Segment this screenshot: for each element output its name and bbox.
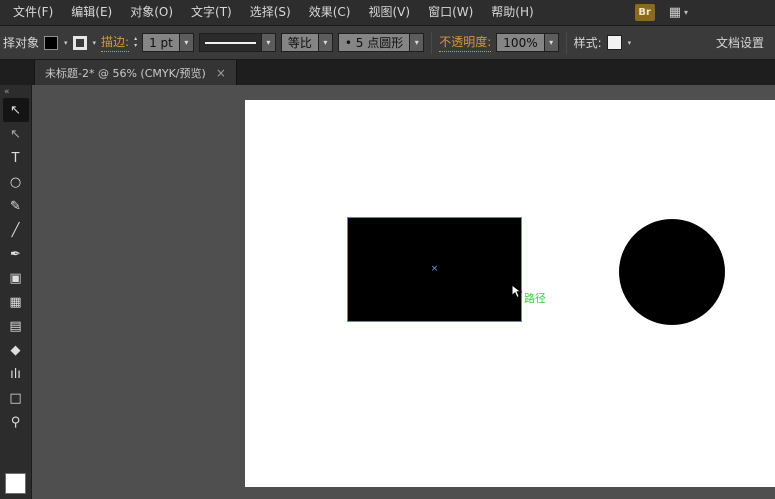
menu-item-window[interactable]: 窗口(W) bbox=[419, 0, 482, 25]
toolbar-collapse-button[interactable]: « bbox=[0, 87, 31, 98]
menu-item-file[interactable]: 文件(F) bbox=[4, 0, 62, 25]
document-tab-title: 未标题-2* @ 56% (CMYK/预览) bbox=[45, 65, 206, 81]
selection-tool[interactable]: ↖ bbox=[3, 98, 29, 122]
stroke-profile-preview bbox=[199, 33, 261, 52]
close-icon[interactable]: × bbox=[216, 66, 226, 80]
selected-rectangle-shape[interactable]: × bbox=[347, 217, 522, 322]
gradient-tool[interactable]: ▤ bbox=[3, 314, 29, 338]
stroke-color-swatch[interactable] bbox=[73, 36, 87, 50]
path-hint: 路径 bbox=[511, 284, 546, 306]
style-label: 样式: bbox=[574, 34, 602, 51]
menu-item-object[interactable]: 对象(O) bbox=[121, 0, 182, 25]
cursor-icon bbox=[511, 284, 523, 299]
fill-color-swatch[interactable] bbox=[44, 36, 58, 50]
canvas-area: × 路径 bbox=[32, 85, 775, 499]
stroke-weight-stepper[interactable]: ▴ ▾ bbox=[134, 36, 137, 50]
style-swatch[interactable] bbox=[607, 35, 622, 50]
document-setup-button[interactable]: 文档设置 bbox=[708, 31, 772, 54]
bridge-icon[interactable]: Br bbox=[635, 4, 655, 21]
workspace-grid-icon: ▦ bbox=[669, 5, 681, 20]
chevron-down-icon: ▾ bbox=[628, 39, 632, 47]
opacity-panel-link[interactable]: 不透明度: bbox=[439, 33, 491, 52]
menu-item-view[interactable]: 视图(V) bbox=[359, 0, 419, 25]
opacity-value[interactable]: 100% bbox=[496, 33, 543, 52]
brush-tool[interactable]: ╱ bbox=[3, 218, 29, 242]
mesh-tool[interactable]: ▦ bbox=[3, 290, 29, 314]
tools-panel: « ↖ ↖ T ○ ✎ ╱ ✒ ▣ ▦ ▤ ◆ ılı □ ⚲ bbox=[0, 85, 32, 499]
chevron-down-icon[interactable]: ▾ bbox=[409, 33, 424, 52]
chevron-down-icon[interactable]: ▾ bbox=[318, 33, 333, 52]
artboard: × 路径 bbox=[245, 100, 775, 487]
type-tool[interactable]: T bbox=[3, 146, 29, 170]
stroke-panel-link[interactable]: 描边: bbox=[101, 33, 129, 52]
menu-item-type[interactable]: 文字(T) bbox=[182, 0, 241, 25]
menu-item-select[interactable]: 选择(S) bbox=[241, 0, 300, 25]
menu-bar: 文件(F) 编辑(E) 对象(O) 文字(T) 选择(S) 效果(C) 视图(V… bbox=[0, 0, 775, 26]
selection-center-mark: × bbox=[431, 265, 439, 274]
eyedropper-tool[interactable]: ◆ bbox=[3, 338, 29, 362]
artboard-tool[interactable]: □ bbox=[3, 386, 29, 410]
brush-select[interactable]: • 5 点圆形 ▾ bbox=[338, 33, 424, 52]
document-tab-bar: 未标题-2* @ 56% (CMYK/预览) × bbox=[0, 60, 775, 85]
opacity-select[interactable]: 100% ▾ bbox=[496, 33, 558, 52]
selection-type-label: 择对象 bbox=[3, 34, 39, 51]
menu-item-help[interactable]: 帮助(H) bbox=[482, 0, 542, 25]
workspace-switcher-button[interactable]: ▦ ▾ bbox=[669, 5, 688, 20]
path-tooltip-label: 路径 bbox=[524, 290, 546, 306]
pencil-tool[interactable]: ✎ bbox=[3, 194, 29, 218]
stroke-weight-value[interactable]: 1 pt bbox=[142, 33, 179, 52]
menu-item-effect[interactable]: 效果(C) bbox=[300, 0, 360, 25]
chevron-down-icon: ▾ bbox=[684, 8, 688, 17]
zoom-tool[interactable]: ⚲ bbox=[3, 410, 29, 434]
circle-shape[interactable] bbox=[619, 219, 725, 325]
pen-tool[interactable]: ✒ bbox=[3, 242, 29, 266]
illustrator-window: 文件(F) 编辑(E) 对象(O) 文字(T) 选择(S) 效果(C) 视图(V… bbox=[0, 0, 775, 499]
toolbar-fill-color-swatch[interactable] bbox=[5, 473, 26, 494]
chevron-down-icon[interactable]: ▾ bbox=[179, 33, 194, 52]
stroke-weight-select[interactable]: 1 pt ▾ bbox=[142, 33, 194, 52]
direct-selection-tool[interactable]: ↖ bbox=[3, 122, 29, 146]
document-tab[interactable]: 未标题-2* @ 56% (CMYK/预览) × bbox=[34, 60, 237, 85]
separator bbox=[431, 32, 432, 54]
menu-item-edit[interactable]: 编辑(E) bbox=[62, 0, 121, 25]
uniform-profile-select[interactable]: 等比 ▾ bbox=[281, 33, 333, 52]
chevron-down-icon[interactable]: ▾ bbox=[544, 33, 559, 52]
stepper-down-icon: ▾ bbox=[134, 43, 137, 50]
separator bbox=[566, 32, 567, 54]
chevron-down-icon: ▾ bbox=[64, 39, 68, 47]
graph-tool[interactable]: ılı bbox=[3, 362, 29, 386]
ellipse-tool[interactable]: ○ bbox=[3, 170, 29, 194]
brush-value[interactable]: • 5 点圆形 bbox=[338, 33, 409, 52]
free-transform-tool[interactable]: ▣ bbox=[3, 266, 29, 290]
width-profile-select[interactable]: ▾ bbox=[199, 33, 276, 52]
chevron-down-icon: ▾ bbox=[93, 39, 97, 47]
control-bar: 择对象 ▾ ▾ 描边: ▴ ▾ 1 pt ▾ ▾ 等比 ▾ • 5 点圆形 ▾ … bbox=[0, 26, 775, 60]
width-profile-value[interactable]: 等比 bbox=[281, 33, 318, 52]
chevron-down-icon[interactable]: ▾ bbox=[261, 33, 276, 52]
